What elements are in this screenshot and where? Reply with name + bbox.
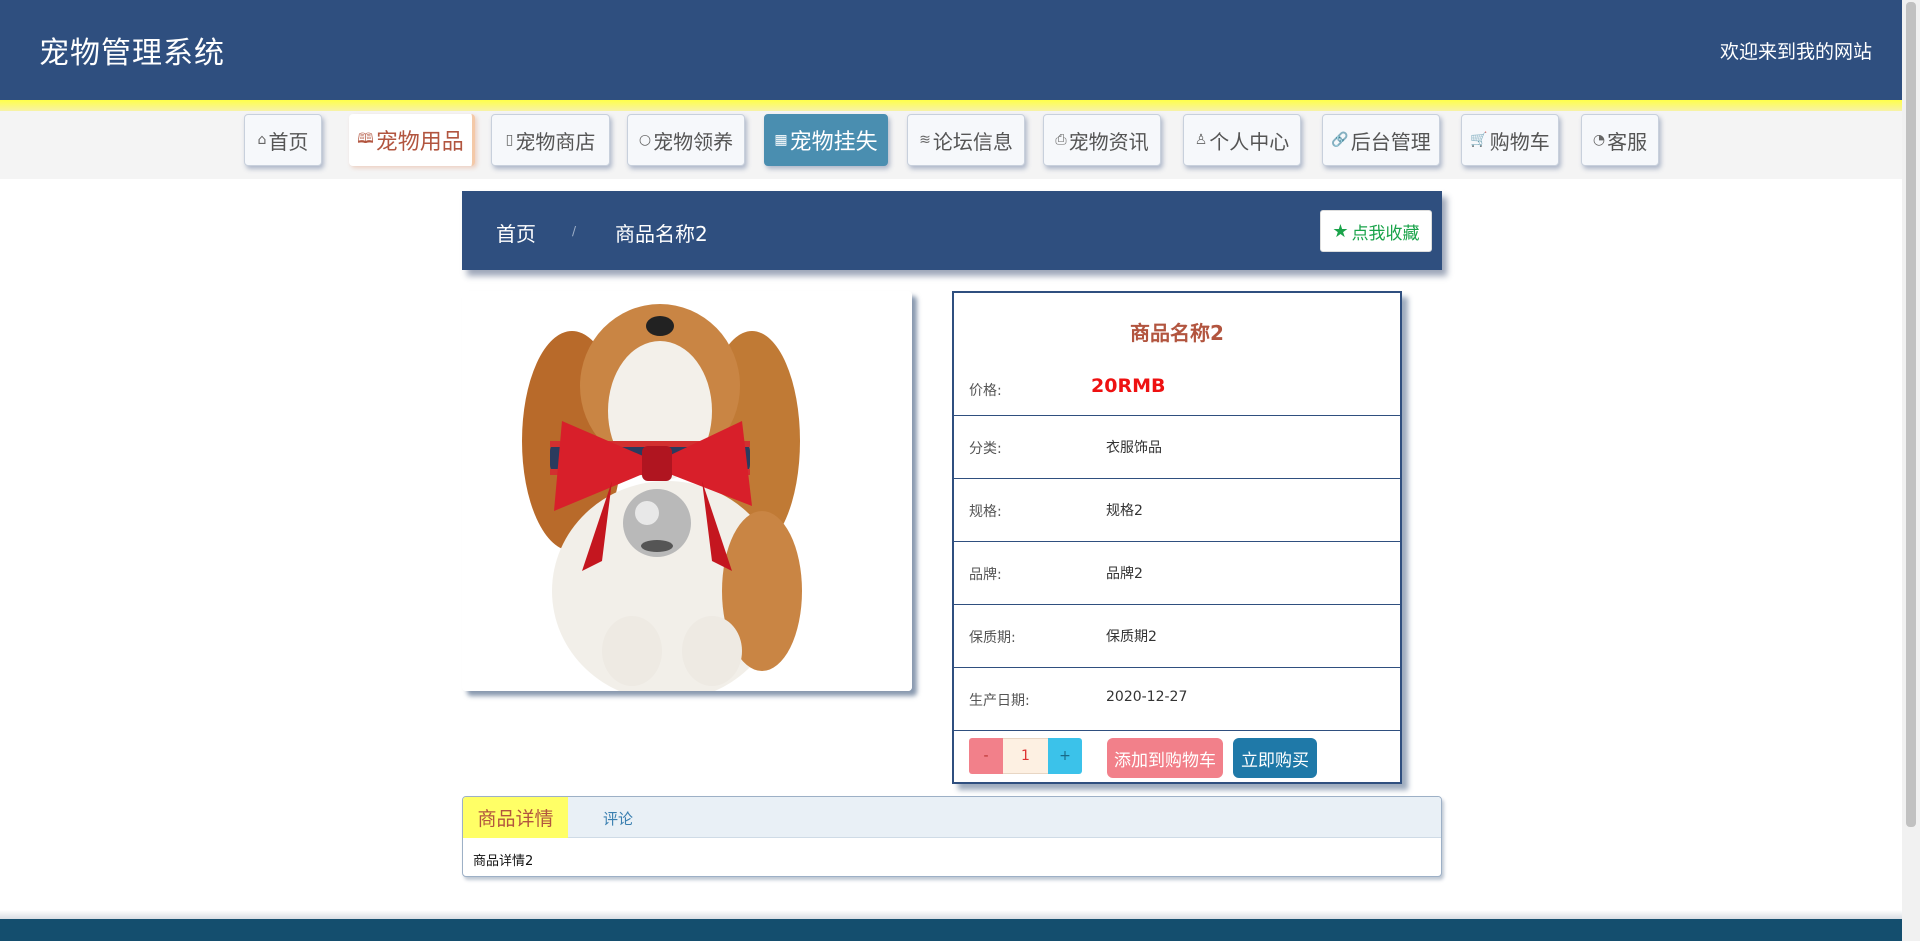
info-row-category: 分类: 衣服饰品 bbox=[954, 415, 1400, 478]
breadcrumb-separator: / bbox=[572, 224, 577, 238]
info-row-value: 2020-12-27 bbox=[1106, 689, 1188, 705]
info-row-label: 规格: bbox=[969, 504, 1002, 520]
nav-item-label: 宠物资讯 bbox=[1068, 129, 1149, 154]
dog-with-bell-collar-image bbox=[462, 291, 912, 691]
buy-now-button[interactable]: 立即购买 bbox=[1233, 738, 1317, 778]
book-icon: 🕮 bbox=[357, 131, 374, 147]
product-image bbox=[462, 291, 912, 691]
info-row-value: 衣服饰品 bbox=[1106, 440, 1162, 456]
nav-item-home[interactable]: ⌂ 首页 bbox=[244, 114, 322, 166]
quantity-stepper: - 1 + bbox=[969, 738, 1082, 774]
nav-item-label: 论坛信息 bbox=[932, 129, 1013, 154]
product-info-panel: 商品名称2 价格: 20RMB 分类: 衣服饰品 规格: 规格2 品牌: 品牌2… bbox=[952, 291, 1402, 784]
nav-item-lost-pet[interactable]: ▦ 宠物挂失 bbox=[764, 114, 888, 166]
info-row-label: 分类: bbox=[969, 441, 1002, 457]
quantity-increase-button[interactable]: + bbox=[1048, 738, 1082, 774]
main-nav: ⌂ 首页 🕮 宠物用品 ▯ 宠物商店 ○ 宠物领养 ▦ 宠物挂失 ≋ 论坛信息 … bbox=[0, 111, 1902, 179]
quantity-input[interactable]: 1 bbox=[1003, 738, 1048, 774]
support-icon: ◔ bbox=[1592, 132, 1606, 148]
nav-item-profile[interactable]: ♙ 个人中心 bbox=[1183, 114, 1301, 166]
circle-icon: ○ bbox=[638, 132, 652, 148]
favorite-button[interactable]: ★ 点我收藏 bbox=[1320, 210, 1432, 252]
info-row-brand: 品牌: 品牌2 bbox=[954, 541, 1400, 604]
nav-item-pet-news[interactable]: ⎙ 宠物资讯 bbox=[1043, 114, 1161, 166]
nav-item-label: 客服 bbox=[1607, 129, 1648, 154]
nav-item-support[interactable]: ◔ 客服 bbox=[1581, 114, 1659, 166]
nav-item-label: 购物车 bbox=[1489, 129, 1550, 154]
welcome-text: 欢迎来到我的网站 bbox=[1719, 41, 1872, 63]
info-row-shelf-life: 保质期: 保质期2 bbox=[954, 604, 1400, 667]
footer-shadow bbox=[0, 910, 1902, 919]
user-icon: ♙ bbox=[1194, 132, 1208, 148]
star-icon: ★ bbox=[1332, 220, 1349, 242]
document-icon: ▯ bbox=[505, 132, 514, 148]
site-title: 宠物管理系统 bbox=[39, 36, 225, 71]
grid-icon: ▦ bbox=[774, 132, 788, 148]
header-divider bbox=[0, 100, 1902, 111]
product-tabs: 商品详情 评论 商品详情2 bbox=[462, 796, 1442, 877]
info-row-value: 品牌2 bbox=[1106, 566, 1143, 582]
nav-item-label: 个人中心 bbox=[1209, 129, 1290, 154]
price-label: 价格: bbox=[969, 383, 1002, 399]
link-icon: 🔗 bbox=[1331, 132, 1349, 148]
info-row-label: 生产日期: bbox=[969, 693, 1030, 709]
info-row-label: 品牌: bbox=[969, 567, 1002, 583]
breadcrumb-current: 商品名称2 bbox=[615, 222, 708, 246]
info-row-spec: 规格: 规格2 bbox=[954, 478, 1400, 541]
cart-icon: 🛒 bbox=[1470, 132, 1488, 148]
nav-item-admin[interactable]: 🔗 后台管理 bbox=[1322, 114, 1440, 166]
page-scrollbar[interactable] bbox=[1902, 0, 1920, 941]
nav-item-pet-supplies[interactable]: 🕮 宠物用品 bbox=[349, 114, 475, 166]
nav-item-label: 首页 bbox=[268, 129, 309, 154]
scrollbar-thumb[interactable] bbox=[1906, 2, 1916, 827]
info-row-divider bbox=[954, 730, 1400, 731]
page-footer bbox=[0, 919, 1902, 941]
favorite-button-label: 点我收藏 bbox=[1351, 223, 1420, 244]
breadcrumb-home[interactable]: 首页 bbox=[496, 218, 536, 247]
add-to-cart-button[interactable]: 添加到购物车 bbox=[1107, 738, 1223, 778]
nav-item-label: 宠物商店 bbox=[515, 129, 596, 154]
tab-product-detail[interactable]: 商品详情 bbox=[463, 797, 568, 838]
info-row-value: 规格2 bbox=[1106, 503, 1143, 519]
tab-comments[interactable]: 评论 bbox=[603, 808, 633, 829]
breadcrumb: 首页 / 商品名称2 ★ 点我收藏 bbox=[462, 191, 1442, 270]
nav-item-pet-adoption[interactable]: ○ 宠物领养 bbox=[627, 114, 745, 166]
nav-item-label: 后台管理 bbox=[1350, 129, 1431, 154]
nav-item-forum[interactable]: ≋ 论坛信息 bbox=[907, 114, 1025, 166]
nav-item-label: 宠物领养 bbox=[653, 129, 734, 154]
nav-item-cart[interactable]: 🛒 购物车 bbox=[1461, 114, 1559, 166]
product-detail-text: 商品详情2 bbox=[473, 854, 534, 869]
product-title: 商品名称2 bbox=[1130, 321, 1224, 345]
nav-item-pet-shop[interactable]: ▯ 宠物商店 bbox=[491, 114, 610, 166]
info-row-production-date: 生产日期: 2020-12-27 bbox=[954, 667, 1400, 730]
price-value: 20RMB bbox=[1091, 375, 1166, 397]
nav-item-label: 宠物挂失 bbox=[789, 130, 878, 155]
info-row-value: 保质期2 bbox=[1106, 629, 1157, 645]
top-header: 宠物管理系统 欢迎来到我的网站 bbox=[0, 0, 1902, 100]
home-icon: ⌂ bbox=[257, 132, 267, 148]
nav-item-label: 宠物用品 bbox=[375, 130, 464, 155]
info-row-label: 保质期: bbox=[969, 630, 1016, 646]
layers-icon: ≋ bbox=[919, 132, 931, 148]
quantity-decrease-button[interactable]: - bbox=[969, 738, 1003, 774]
print-icon: ⎙ bbox=[1055, 132, 1067, 148]
